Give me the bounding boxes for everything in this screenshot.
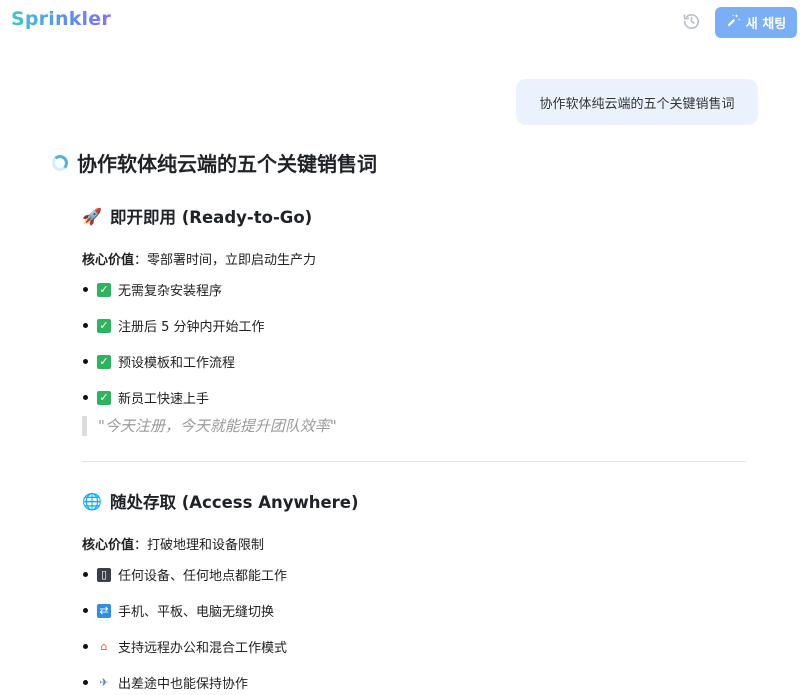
sync-icon: ⇄ [97, 603, 111, 618]
house-icon: ⌂ [100, 639, 108, 653]
top-bar: Sprinkler 새 채팅 [0, 0, 802, 44]
core-value-line: 核心价值：零部署时间，立即启动生产力 [82, 249, 316, 268]
bullet-dot [83, 323, 88, 328]
check-icon: ✓ [97, 354, 111, 369]
rocket-icon: 🚀 [82, 206, 102, 226]
history-icon[interactable] [682, 12, 701, 31]
list-item: ✓ 无需复杂安装程序 [82, 280, 222, 299]
core-value-text: ：打破地理和设备限制 [134, 538, 265, 553]
list-item-text: 预设模板和工作流程 [118, 356, 236, 371]
bullet-dot [83, 608, 88, 613]
blockquote: "今天注册，今天就能提升团队效率" [82, 416, 337, 436]
core-value-line: 核心价值：打破地理和设备限制 [82, 534, 264, 553]
airplane-icon: ✈ [99, 675, 109, 689]
list-item: ✓ 注册后 5 分钟内开始工作 [82, 316, 265, 335]
user-message-bubble: 协作软体纯云端的五个关键销售词 [516, 79, 758, 125]
list-item-text: 出差途中也能保持协作 [118, 677, 249, 692]
answer-title: 协作软体纯云端的五个关键销售词 [52, 148, 377, 177]
section-heading-text: 即开即用 (Ready-to-Go) [110, 208, 313, 227]
new-chat-button[interactable]: 새 채팅 [715, 7, 797, 38]
list-item: ▯ 任何设备、任何地点都能工作 [82, 565, 287, 584]
list-item: ⇄ 手机、平板、电脑无缝切换 [82, 601, 274, 620]
bullet-dot [83, 644, 88, 649]
list-item-text: 手机、平板、电脑无缝切换 [118, 605, 275, 620]
section-heading-ready-to-go: 🚀 即开即用 (Ready-to-Go) [82, 204, 312, 228]
list-item-text: 支持远程办公和混合工作模式 [118, 641, 288, 656]
check-icon: ✓ [97, 282, 111, 297]
magic-wand-icon [726, 13, 741, 32]
bullet-dot [83, 359, 88, 364]
list-item: ⌂ 支持远程办公和混合工作模式 [82, 637, 287, 656]
section-heading-access-anywhere: 🌐 随处存取 (Access Anywhere) [82, 489, 359, 513]
list-item: ✓ 新员工快速上手 [82, 388, 209, 407]
new-chat-label: 새 채팅 [745, 17, 787, 32]
core-value-label: 核心价值 [82, 538, 135, 553]
list-item-text: 新员工快速上手 [118, 392, 210, 407]
list-item: ✈ 出差途中也能保持协作 [82, 673, 248, 692]
list-item-text: 注册后 5 分钟内开始工作 [118, 320, 265, 335]
bullet-dot [83, 680, 88, 685]
bullet-dot [83, 395, 88, 400]
list-item-text: 任何设备、任何地点都能工作 [118, 569, 288, 584]
check-icon: ✓ [97, 390, 111, 405]
mobile-phone-icon: ▯ [97, 567, 111, 582]
bullet-dot [83, 287, 88, 292]
globe-icon: 🌐 [82, 491, 102, 511]
bullet-dot [83, 572, 88, 577]
list-item-text: 无需复杂安装程序 [118, 284, 223, 299]
check-icon: ✓ [97, 318, 111, 333]
list-item: ✓ 预设模板和工作流程 [82, 352, 235, 371]
answer-title-text: 协作软体纯云端的五个关键销售词 [77, 152, 377, 176]
section-divider [82, 461, 746, 462]
core-value-label: 核心价值 [82, 253, 135, 268]
core-value-text: ：零部署时间，立即启动生产力 [134, 253, 317, 268]
loading-spinner-icon [52, 154, 68, 171]
app-logo[interactable]: Sprinkler [11, 8, 111, 30]
user-message-text: 协作软体纯云端的五个关键销售词 [539, 96, 735, 112]
section-heading-text: 随处存取 (Access Anywhere) [110, 493, 359, 512]
